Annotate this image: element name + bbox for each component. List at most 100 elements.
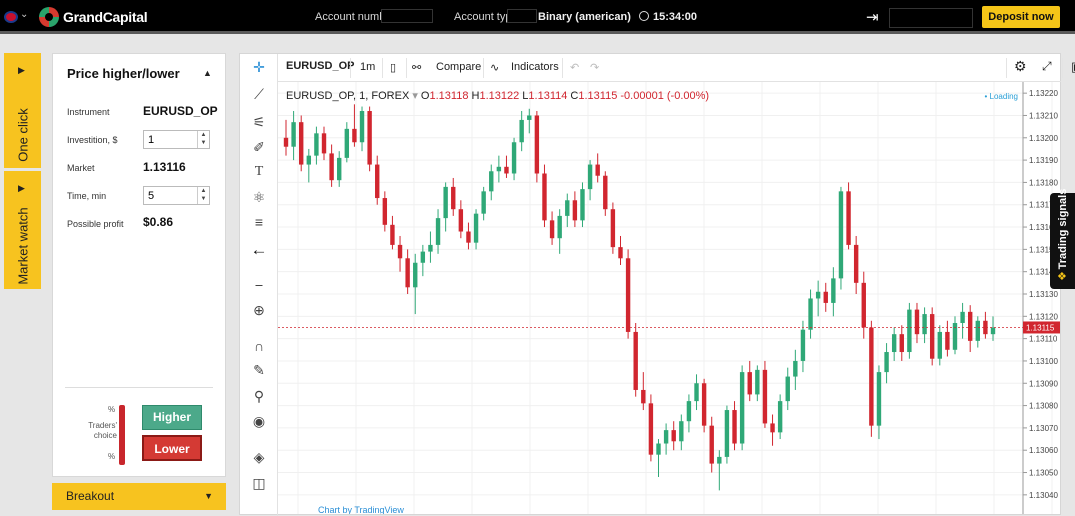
candle-body <box>686 401 692 422</box>
crosshair-icon[interactable]: ✛ <box>249 59 269 76</box>
y-tick-label: 1.13190 <box>1029 156 1058 165</box>
candle-body <box>724 410 730 457</box>
candle-body <box>557 215 562 239</box>
drawing-toolbar: ✛ ⟋ ⚟ ✐ T ⚛ ≡ ← ⎯ ⊕ ∩ ✎ ⚲ ◉ ◈ ◫ <box>240 54 278 516</box>
compare-icon[interactable]: ⚯ <box>412 61 421 74</box>
candle-body <box>511 142 517 174</box>
candle-body <box>831 278 836 303</box>
candle-body <box>838 191 844 279</box>
layers-icon[interactable]: ◈ <box>249 449 269 466</box>
interval-selector[interactable]: 1m <box>360 61 375 73</box>
ruler-icon[interactable]: ⎯ <box>249 276 269 293</box>
stepper-arrows-icon[interactable]: ▲ ▼ <box>197 187 209 204</box>
indicators-button[interactable]: Indicators <box>511 61 559 73</box>
chevron-down-icon[interactable]: ⌄ <box>20 9 28 20</box>
text-tool-icon[interactable]: T <box>249 164 269 180</box>
market-watch-tab[interactable]: ▶ Market watch <box>4 171 41 289</box>
candle-body <box>291 122 296 147</box>
compare-button[interactable]: Compare <box>436 61 481 73</box>
time-stepper[interactable]: ▲▼ <box>143 186 210 205</box>
candle-body <box>397 244 403 259</box>
magnet-icon[interactable]: ∩ <box>249 338 269 354</box>
expand-arrow-icon: ▶ <box>18 65 25 75</box>
candle-body <box>701 383 707 426</box>
trend-line-icon[interactable]: ⟋ <box>249 86 269 103</box>
symbol-selector[interactable]: EURUSD_OP <box>286 60 354 72</box>
y-tick-label: 1.13050 <box>1029 469 1058 478</box>
trash-icon[interactable]: ◫ <box>249 475 269 492</box>
time-input[interactable] <box>144 187 198 204</box>
candle-style-icon[interactable]: ▯ <box>390 61 396 74</box>
legend-h-label: H <box>472 90 480 102</box>
legend-change: -0.00001 (-0.00%) <box>620 90 709 102</box>
candle-body <box>929 314 935 359</box>
chart-toolbar: EURUSD_OP 1m ▯ ⚯ Compare ∿ Indicators ↶ … <box>278 54 1075 82</box>
traders-choice-label: Traders' choice <box>88 421 117 440</box>
candle-body <box>869 327 874 426</box>
uk-flag-icon[interactable] <box>4 11 18 23</box>
investition-input[interactable] <box>144 131 198 148</box>
candle-body <box>489 171 494 192</box>
pattern-icon[interactable]: ⚛ <box>249 189 269 206</box>
one-click-tab[interactable]: ▶ One click <box>4 53 41 168</box>
signal-icon: ❖ <box>1057 271 1067 283</box>
fullscreen-icon[interactable]: ⤢ <box>1042 59 1052 74</box>
candle-body <box>382 198 388 225</box>
candle-body <box>390 224 395 245</box>
candle-body <box>519 119 524 143</box>
candle-body <box>633 331 638 390</box>
lock-drawing-icon[interactable]: ✎ <box>249 362 269 379</box>
time-label: Time, min <box>67 191 107 201</box>
brand-name: GrandCapital <box>63 9 148 25</box>
breakout-dropdown[interactable]: Breakout ▼ <box>52 483 226 510</box>
candle-body <box>899 334 904 353</box>
candle-body <box>504 166 509 174</box>
legend-c-label: C <box>570 90 578 102</box>
candle-body <box>952 323 958 350</box>
candle-body <box>739 372 745 444</box>
indicators-icon[interactable]: ∿ <box>490 61 499 74</box>
divider <box>406 58 407 78</box>
login-icon[interactable]: ⇥ <box>866 8 879 26</box>
candle-body <box>777 401 783 433</box>
market-label: Market <box>67 163 95 173</box>
candle-body <box>466 231 471 243</box>
eye-icon[interactable]: ◉ <box>249 413 269 430</box>
lower-button[interactable]: Lower <box>142 435 202 461</box>
candle-body <box>413 262 418 288</box>
brush-icon[interactable]: ✐ <box>249 139 269 156</box>
divider <box>382 58 383 78</box>
candle-body <box>625 258 631 332</box>
deposit-now-button[interactable]: Deposit now <box>982 6 1060 28</box>
candle-body <box>762 369 768 424</box>
account-type-value: Binary (american) <box>538 11 631 23</box>
undo-icon[interactable]: ↶ <box>570 61 579 74</box>
candle-body <box>565 200 570 216</box>
trade-panel: Price higher/lower ▲ Instrument EURUSD_O… <box>52 53 226 477</box>
price-chart[interactable]: 1.13220 1.13210 1.13200 1.13190 1.13180 1.131… <box>278 82 1060 514</box>
candle-body <box>306 155 312 165</box>
investition-stepper[interactable]: ▲▼ <box>143 130 210 149</box>
candle-body <box>549 220 555 239</box>
candle-body <box>770 423 775 433</box>
redo-icon[interactable]: ↷ <box>590 61 599 74</box>
back-arrow-icon[interactable]: ← <box>249 240 269 260</box>
trading-signals-label: Trading signals <box>1056 188 1069 270</box>
legend-title: EURUSD_OP, 1, FOREX <box>286 90 412 102</box>
investition-label: Investition, $ <box>67 135 118 145</box>
settings-gear-icon[interactable]: ⚙ <box>1014 58 1027 75</box>
camera-icon[interactable]: ▣ <box>1071 59 1075 75</box>
expand-arrow-icon: ▶ <box>18 183 25 193</box>
lock-icon[interactable]: ⚲ <box>249 388 269 405</box>
fibonacci-icon[interactable]: ≡ <box>249 214 269 230</box>
higher-button[interactable]: Higher <box>142 405 202 430</box>
pitchfork-icon[interactable]: ⚟ <box>249 114 269 131</box>
one-click-label: One click <box>15 108 30 162</box>
collapse-caret-icon[interactable]: ▲ <box>203 68 212 78</box>
divider <box>1062 58 1063 78</box>
y-tick-label: 1.13100 <box>1029 357 1058 366</box>
zoom-in-icon[interactable]: ⊕ <box>249 302 269 319</box>
stepper-arrows-icon[interactable]: ▲ ▼ <box>197 131 209 148</box>
candle-body <box>876 372 882 426</box>
trading-signals-tab[interactable]: Trading signals ❖ <box>1050 189 1075 289</box>
